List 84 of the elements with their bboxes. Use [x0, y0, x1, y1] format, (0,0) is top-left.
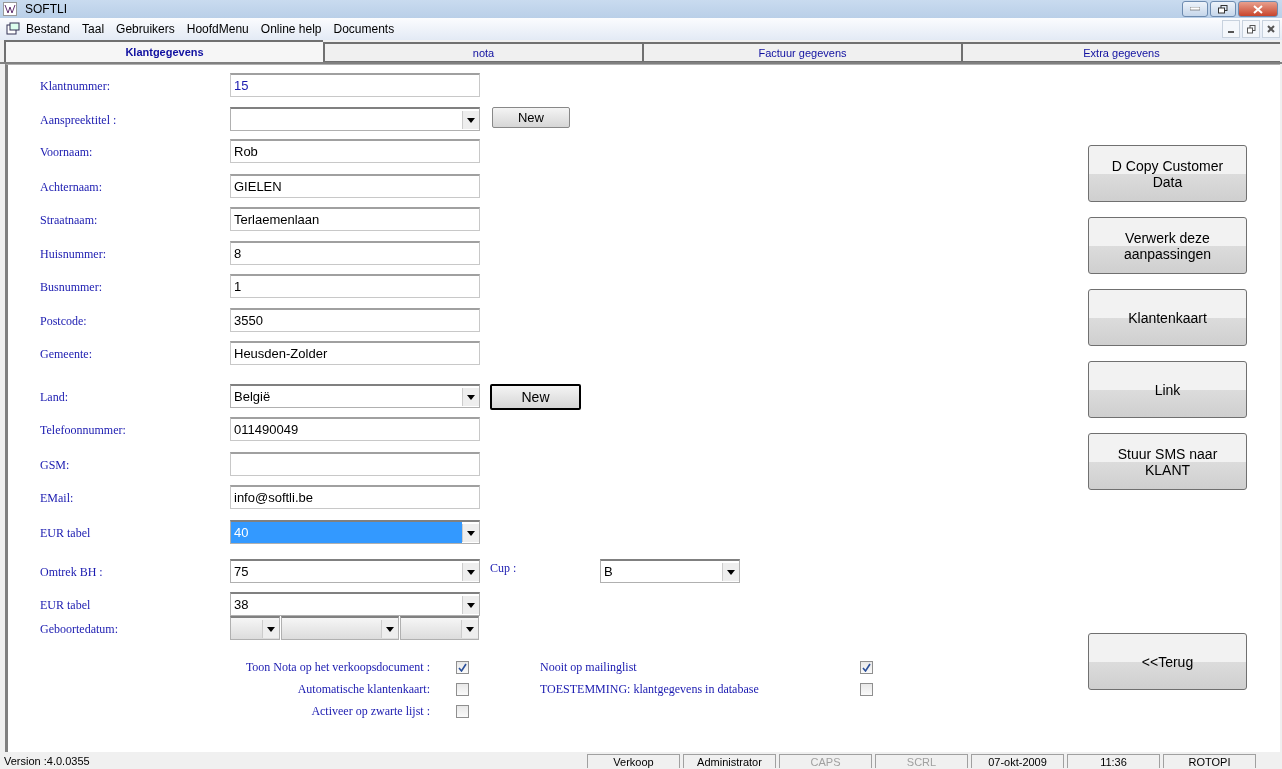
option-label: TOESTEMMING: klantgegevens in database [540, 682, 760, 697]
option-label: Activeer op zwarte lijst : [310, 704, 430, 719]
menu-item[interactable]: Documents [327, 22, 401, 36]
version-text: Version :4.0.0355 [3, 754, 91, 767]
text-field[interactable]: Rob [230, 139, 480, 163]
close-button[interactable] [1238, 1, 1278, 17]
tab[interactable]: Factuur gegevens [642, 42, 961, 62]
field-label: Huisnummer: [40, 246, 107, 262]
field-label: Postcode: [40, 313, 88, 329]
checkbox[interactable] [456, 705, 469, 718]
restore-icon[interactable] [1218, 4, 1228, 14]
back-button[interactable]: <<Terug [1088, 633, 1247, 690]
field-label: Straatnaam: [40, 212, 99, 228]
menu-item[interactable]: Online help [254, 22, 328, 36]
menu-item[interactable]: HoofdMenu [180, 22, 255, 36]
status-panel: Verkoop [587, 753, 680, 768]
status-panel: SCRL [875, 753, 968, 768]
text-field[interactable]: 3550 [230, 308, 480, 332]
checkbox[interactable] [456, 683, 469, 696]
minimize-button[interactable] [1222, 20, 1240, 38]
dropdown-field[interactable] [230, 107, 480, 131]
option-label: Automatische klantenkaart: [296, 682, 430, 697]
field-label: Land: [40, 389, 69, 405]
status-panel: Administrator [683, 753, 776, 768]
text-field[interactable]: Terlaemenlaan [230, 207, 480, 231]
tab[interactable]: Extra gegevens [961, 42, 1280, 62]
window-title: SOFTLI [25, 2, 67, 16]
option-label: Nooit op mailinglist [540, 660, 638, 675]
field-label: EUR tabel [40, 597, 92, 613]
checkbox[interactable] [860, 661, 873, 674]
field-label: EUR tabel [40, 525, 92, 541]
text-field[interactable]: Heusden-Zolder [230, 341, 480, 365]
action-button[interactable]: Stuur SMS naar KLANT [1088, 433, 1247, 490]
action-button[interactable]: Verwerk deze aanpassingen [1088, 217, 1247, 274]
dropdown-field[interactable]: 38 [230, 592, 480, 616]
text-field[interactable]: 011490049 [230, 417, 480, 441]
field-label: Telefoonnummer: [40, 422, 127, 438]
menu-item[interactable]: Gebruikers [110, 22, 181, 36]
date-dropdown[interactable] [400, 616, 479, 640]
menu-item[interactable]: Bestand [20, 22, 77, 36]
close-button[interactable] [1262, 20, 1280, 38]
restore-icon[interactable] [1246, 24, 1256, 34]
close-icon[interactable] [1267, 25, 1275, 33]
date-dropdown[interactable] [281, 616, 399, 640]
text-field[interactable]: 1 [230, 274, 480, 298]
checkbox[interactable] [860, 683, 873, 696]
tab[interactable]: nota [323, 42, 642, 62]
restore-button[interactable] [1210, 1, 1236, 17]
restore-button[interactable] [1242, 20, 1260, 38]
new-button[interactable]: New [492, 107, 570, 128]
text-field[interactable] [230, 452, 480, 476]
field-label: Cup : [490, 560, 518, 576]
dropdown-field[interactable]: België [230, 384, 480, 408]
field-label: Omtrek BH : [40, 564, 104, 580]
action-button[interactable]: Klantenkaart [1088, 289, 1247, 346]
field-label: GSM: [40, 457, 71, 473]
field-label: Voornaam: [40, 144, 94, 160]
dropdown-field[interactable]: B [600, 559, 740, 583]
text-field[interactable]: GIELEN [230, 174, 480, 198]
field-label: Geboortedatum: [40, 621, 119, 637]
status-panel: CAPS [779, 753, 872, 768]
status-panel: ROTOPI [1163, 753, 1256, 768]
status-panel: 11:36 [1067, 753, 1160, 768]
new-button[interactable]: New [490, 384, 581, 410]
document-icon[interactable] [6, 22, 20, 36]
option-label: Toon Nota op het verkoopsdocument : [244, 660, 430, 675]
action-button[interactable]: Link [1088, 361, 1247, 418]
field-label: Gemeente: [40, 346, 93, 362]
text-field[interactable]: 8 [230, 241, 480, 265]
date-dropdown[interactable] [230, 616, 280, 640]
action-button[interactable]: D Copy Customer Data [1088, 145, 1247, 202]
field-label: Klantnummer: [40, 78, 111, 94]
text-field[interactable]: info@softli.be [230, 485, 480, 509]
app-logo-icon [3, 2, 17, 16]
field-label: Busnummer: [40, 279, 103, 295]
tab[interactable]: Klantgegevens [4, 40, 323, 62]
field-label: Achternaam: [40, 179, 103, 195]
checkbox[interactable] [456, 661, 469, 674]
field-label: EMail: [40, 490, 75, 506]
dropdown-field[interactable]: 75 [230, 559, 480, 583]
text-field[interactable]: 15 [230, 73, 480, 97]
menu-item[interactable]: Taal [76, 22, 111, 36]
field-label: Aanspreektitel : [40, 112, 118, 128]
status-panel: 07-okt-2009 [971, 753, 1064, 768]
